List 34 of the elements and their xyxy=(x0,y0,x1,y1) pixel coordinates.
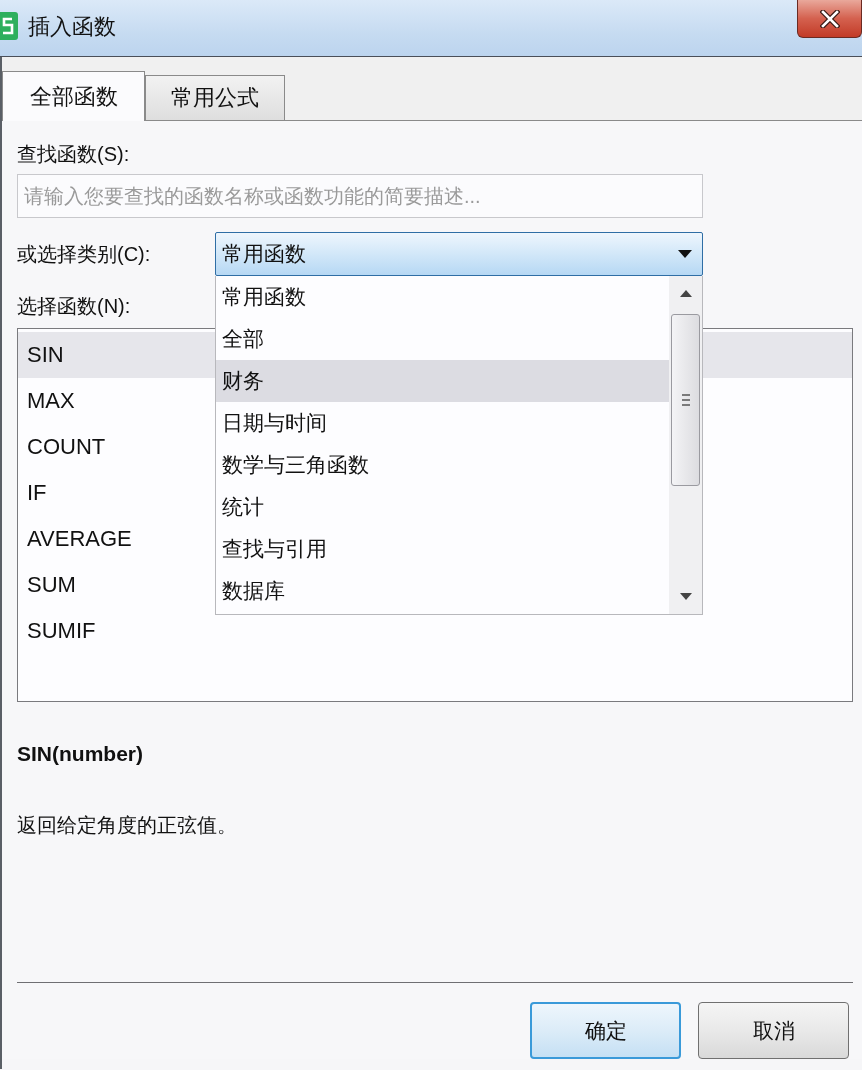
scroll-down-arrow-icon[interactable] xyxy=(679,593,692,600)
dropdown-option[interactable]: 全部 xyxy=(216,318,669,360)
function-item[interactable]: AVERAGE xyxy=(18,516,215,562)
window-title: 插入函数 xyxy=(28,13,116,41)
dropdown-option[interactable]: 数学与三角函数 xyxy=(216,444,669,486)
grip-icon xyxy=(681,394,690,406)
function-item[interactable]: SUMIF xyxy=(18,608,215,654)
scroll-up-arrow-icon[interactable] xyxy=(679,290,692,297)
scrollbar-thumb[interactable] xyxy=(671,314,700,486)
function-item[interactable]: MAX xyxy=(18,378,215,424)
function-item[interactable]: IF xyxy=(18,470,215,516)
field-label: 选择函数(N): xyxy=(17,294,131,318)
function-signature: SIN(number) xyxy=(17,742,143,766)
dropdown-option[interactable]: 统计 xyxy=(216,486,669,528)
app-logo-icon xyxy=(0,12,18,40)
dialog-button[interactable]: 确定 xyxy=(530,1002,681,1059)
function-item[interactable]: COUNT xyxy=(18,424,215,470)
tab[interactable]: 常用公式 xyxy=(145,75,285,120)
category-dropdown[interactable]: 常用函数 xyxy=(215,232,703,276)
dropdown-option[interactable]: 常用函数 xyxy=(216,276,669,318)
dialog-button[interactable]: 取消 xyxy=(698,1002,849,1059)
close-button[interactable] xyxy=(797,0,862,38)
field-label: 或选择类别(C): xyxy=(17,242,151,266)
field-label: 查找函数(S): xyxy=(17,142,130,166)
search-field[interactable]: 请输入您要查找的函数名称或函数功能的简要描述... xyxy=(17,174,703,218)
caret-icon xyxy=(678,250,692,258)
dropdown-option[interactable]: 财务 xyxy=(216,360,669,402)
dropdown-option[interactable]: 日期与时间 xyxy=(216,402,669,444)
function-description: 返回给定角度的正弦值。 xyxy=(17,813,237,837)
dropdown-option[interactable]: 查找与引用 xyxy=(216,528,669,570)
tab[interactable]: 全部函数 xyxy=(2,71,145,121)
dropdown-option[interactable]: 数据库 xyxy=(216,570,669,612)
function-item[interactable]: SUM xyxy=(18,562,215,608)
close-icon xyxy=(819,9,840,28)
